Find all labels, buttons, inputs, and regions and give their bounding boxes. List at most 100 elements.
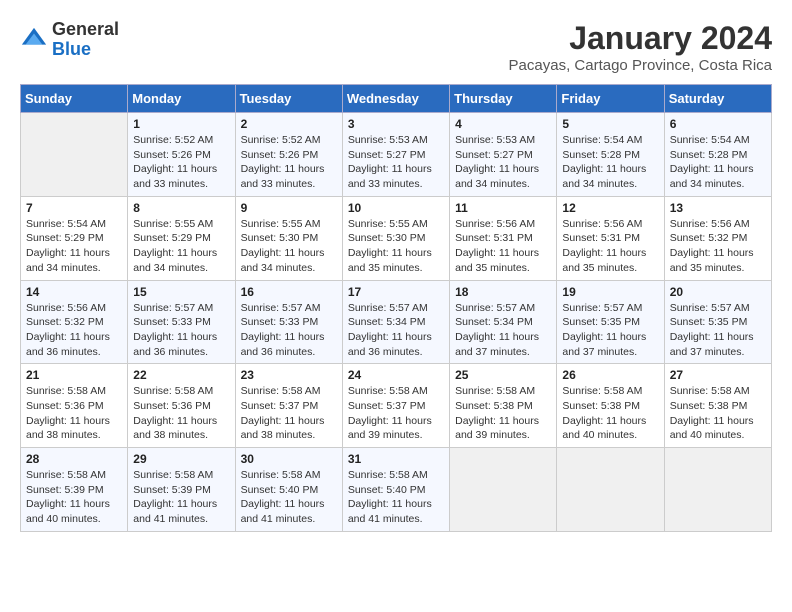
calendar-cell: 26 Sunrise: 5:58 AM Sunset: 5:38 PM Dayl… bbox=[557, 364, 664, 448]
calendar-cell: 11 Sunrise: 5:56 AM Sunset: 5:31 PM Dayl… bbox=[450, 196, 557, 280]
day-info: Sunrise: 5:56 AM Sunset: 5:32 PM Dayligh… bbox=[670, 217, 766, 276]
sunset-text: Sunset: 5:36 PM bbox=[26, 399, 122, 414]
day-info: Sunrise: 5:58 AM Sunset: 5:40 PM Dayligh… bbox=[348, 468, 444, 527]
day-number: 23 bbox=[241, 368, 337, 382]
day-info: Sunrise: 5:57 AM Sunset: 5:34 PM Dayligh… bbox=[455, 301, 551, 360]
calendar-cell: 15 Sunrise: 5:57 AM Sunset: 5:33 PM Dayl… bbox=[128, 280, 235, 364]
calendar-cell: 14 Sunrise: 5:56 AM Sunset: 5:32 PM Dayl… bbox=[21, 280, 128, 364]
daylight-text: Daylight: 11 hours and 37 minutes. bbox=[562, 330, 658, 359]
sunrise-text: Sunrise: 5:56 AM bbox=[455, 217, 551, 232]
day-info: Sunrise: 5:54 AM Sunset: 5:28 PM Dayligh… bbox=[562, 133, 658, 192]
sunrise-text: Sunrise: 5:56 AM bbox=[670, 217, 766, 232]
sunset-text: Sunset: 5:30 PM bbox=[241, 231, 337, 246]
sunset-text: Sunset: 5:28 PM bbox=[562, 148, 658, 163]
sunrise-text: Sunrise: 5:57 AM bbox=[133, 301, 229, 316]
calendar-cell: 23 Sunrise: 5:58 AM Sunset: 5:37 PM Dayl… bbox=[235, 364, 342, 448]
day-number: 11 bbox=[455, 201, 551, 215]
daylight-text: Daylight: 11 hours and 34 minutes. bbox=[562, 162, 658, 191]
daylight-text: Daylight: 11 hours and 34 minutes. bbox=[455, 162, 551, 191]
day-info: Sunrise: 5:58 AM Sunset: 5:37 PM Dayligh… bbox=[241, 384, 337, 443]
title-section: January 2024 Pacayas, Cartago Province, … bbox=[509, 20, 772, 74]
day-number: 30 bbox=[241, 452, 337, 466]
day-info: Sunrise: 5:57 AM Sunset: 5:34 PM Dayligh… bbox=[348, 301, 444, 360]
sunset-text: Sunset: 5:31 PM bbox=[562, 231, 658, 246]
logo: General Blue bbox=[20, 20, 119, 60]
sunrise-text: Sunrise: 5:58 AM bbox=[133, 468, 229, 483]
day-number: 1 bbox=[133, 117, 229, 131]
sunset-text: Sunset: 5:29 PM bbox=[26, 231, 122, 246]
sunset-text: Sunset: 5:35 PM bbox=[562, 315, 658, 330]
calendar-week-row: 14 Sunrise: 5:56 AM Sunset: 5:32 PM Dayl… bbox=[21, 280, 772, 364]
sunset-text: Sunset: 5:32 PM bbox=[670, 231, 766, 246]
sunrise-text: Sunrise: 5:57 AM bbox=[348, 301, 444, 316]
sunset-text: Sunset: 5:39 PM bbox=[133, 483, 229, 498]
day-info: Sunrise: 5:54 AM Sunset: 5:28 PM Dayligh… bbox=[670, 133, 766, 192]
day-info: Sunrise: 5:57 AM Sunset: 5:33 PM Dayligh… bbox=[241, 301, 337, 360]
calendar-cell: 18 Sunrise: 5:57 AM Sunset: 5:34 PM Dayl… bbox=[450, 280, 557, 364]
calendar-cell: 6 Sunrise: 5:54 AM Sunset: 5:28 PM Dayli… bbox=[664, 113, 771, 197]
day-number: 15 bbox=[133, 285, 229, 299]
day-number: 25 bbox=[455, 368, 551, 382]
daylight-text: Daylight: 11 hours and 41 minutes. bbox=[348, 497, 444, 526]
day-info: Sunrise: 5:58 AM Sunset: 5:36 PM Dayligh… bbox=[26, 384, 122, 443]
sunset-text: Sunset: 5:27 PM bbox=[455, 148, 551, 163]
calendar-cell: 5 Sunrise: 5:54 AM Sunset: 5:28 PM Dayli… bbox=[557, 113, 664, 197]
day-number: 16 bbox=[241, 285, 337, 299]
sunset-text: Sunset: 5:34 PM bbox=[348, 315, 444, 330]
daylight-text: Daylight: 11 hours and 40 minutes. bbox=[562, 414, 658, 443]
calendar-cell bbox=[21, 113, 128, 197]
day-info: Sunrise: 5:58 AM Sunset: 5:40 PM Dayligh… bbox=[241, 468, 337, 527]
calendar-cell: 12 Sunrise: 5:56 AM Sunset: 5:31 PM Dayl… bbox=[557, 196, 664, 280]
day-info: Sunrise: 5:53 AM Sunset: 5:27 PM Dayligh… bbox=[455, 133, 551, 192]
calendar-cell: 16 Sunrise: 5:57 AM Sunset: 5:33 PM Dayl… bbox=[235, 280, 342, 364]
day-number: 27 bbox=[670, 368, 766, 382]
sunrise-text: Sunrise: 5:57 AM bbox=[562, 301, 658, 316]
daylight-text: Daylight: 11 hours and 35 minutes. bbox=[455, 246, 551, 275]
col-tuesday: Tuesday bbox=[235, 85, 342, 113]
day-info: Sunrise: 5:53 AM Sunset: 5:27 PM Dayligh… bbox=[348, 133, 444, 192]
sunrise-text: Sunrise: 5:58 AM bbox=[670, 384, 766, 399]
calendar-cell: 20 Sunrise: 5:57 AM Sunset: 5:35 PM Dayl… bbox=[664, 280, 771, 364]
calendar-cell: 27 Sunrise: 5:58 AM Sunset: 5:38 PM Dayl… bbox=[664, 364, 771, 448]
day-info: Sunrise: 5:54 AM Sunset: 5:29 PM Dayligh… bbox=[26, 217, 122, 276]
day-number: 31 bbox=[348, 452, 444, 466]
day-number: 5 bbox=[562, 117, 658, 131]
sunset-text: Sunset: 5:37 PM bbox=[348, 399, 444, 414]
calendar-cell bbox=[664, 448, 771, 532]
daylight-text: Daylight: 11 hours and 41 minutes. bbox=[241, 497, 337, 526]
sunset-text: Sunset: 5:39 PM bbox=[26, 483, 122, 498]
calendar-cell: 25 Sunrise: 5:58 AM Sunset: 5:38 PM Dayl… bbox=[450, 364, 557, 448]
day-number: 29 bbox=[133, 452, 229, 466]
sunrise-text: Sunrise: 5:58 AM bbox=[241, 384, 337, 399]
calendar-cell: 31 Sunrise: 5:58 AM Sunset: 5:40 PM Dayl… bbox=[342, 448, 449, 532]
calendar-week-row: 7 Sunrise: 5:54 AM Sunset: 5:29 PM Dayli… bbox=[21, 196, 772, 280]
day-number: 12 bbox=[562, 201, 658, 215]
daylight-text: Daylight: 11 hours and 36 minutes. bbox=[26, 330, 122, 359]
day-info: Sunrise: 5:57 AM Sunset: 5:35 PM Dayligh… bbox=[670, 301, 766, 360]
daylight-text: Daylight: 11 hours and 34 minutes. bbox=[241, 246, 337, 275]
sunrise-text: Sunrise: 5:57 AM bbox=[455, 301, 551, 316]
daylight-text: Daylight: 11 hours and 35 minutes. bbox=[670, 246, 766, 275]
day-info: Sunrise: 5:57 AM Sunset: 5:35 PM Dayligh… bbox=[562, 301, 658, 360]
daylight-text: Daylight: 11 hours and 40 minutes. bbox=[670, 414, 766, 443]
day-info: Sunrise: 5:58 AM Sunset: 5:37 PM Dayligh… bbox=[348, 384, 444, 443]
col-friday: Friday bbox=[557, 85, 664, 113]
sunrise-text: Sunrise: 5:58 AM bbox=[133, 384, 229, 399]
sunrise-text: Sunrise: 5:55 AM bbox=[133, 217, 229, 232]
subtitle: Pacayas, Cartago Province, Costa Rica bbox=[509, 57, 772, 74]
col-saturday: Saturday bbox=[664, 85, 771, 113]
sunrise-text: Sunrise: 5:54 AM bbox=[670, 133, 766, 148]
day-number: 19 bbox=[562, 285, 658, 299]
col-wednesday: Wednesday bbox=[342, 85, 449, 113]
daylight-text: Daylight: 11 hours and 39 minutes. bbox=[348, 414, 444, 443]
calendar-cell: 28 Sunrise: 5:58 AM Sunset: 5:39 PM Dayl… bbox=[21, 448, 128, 532]
sunrise-text: Sunrise: 5:52 AM bbox=[241, 133, 337, 148]
day-number: 9 bbox=[241, 201, 337, 215]
logo-blue-text: Blue bbox=[52, 40, 119, 60]
sunset-text: Sunset: 5:34 PM bbox=[455, 315, 551, 330]
logo-general-text: General bbox=[52, 20, 119, 40]
sunrise-text: Sunrise: 5:55 AM bbox=[241, 217, 337, 232]
day-info: Sunrise: 5:56 AM Sunset: 5:31 PM Dayligh… bbox=[455, 217, 551, 276]
sunrise-text: Sunrise: 5:58 AM bbox=[26, 384, 122, 399]
sunrise-text: Sunrise: 5:58 AM bbox=[455, 384, 551, 399]
